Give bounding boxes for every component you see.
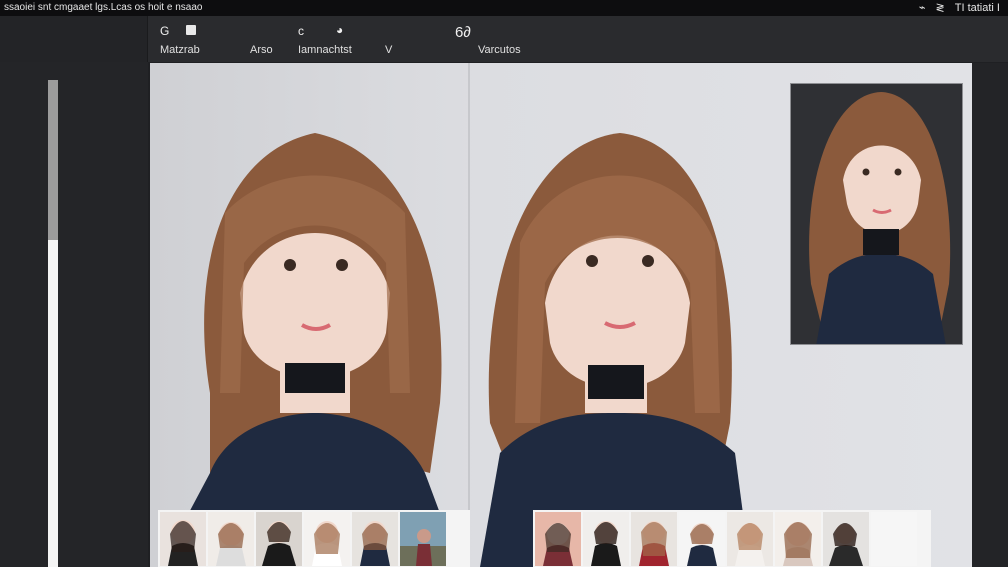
slider-handle[interactable] xyxy=(48,80,58,240)
title-bar: ssaoiei snt cmgaaet lgs.Lcas os hoit e n… xyxy=(0,0,1008,16)
toolbar-item-5[interactable]: Varcutos xyxy=(478,44,521,56)
signal-icon[interactable]: ≷ xyxy=(936,1,945,14)
portrait-center-image xyxy=(480,133,750,567)
right-panel xyxy=(972,63,1008,567)
half-circle-icon[interactable]: ◕ xyxy=(336,23,343,37)
portrait-left-image xyxy=(160,133,460,567)
thumbnail[interactable] xyxy=(775,512,821,566)
toolbar-item-4[interactable]: V xyxy=(385,44,392,56)
thumbnail[interactable] xyxy=(352,512,398,566)
toolbar-item-3[interactable]: Iamnachtst xyxy=(298,44,352,56)
circle-c-icon[interactable]: G xyxy=(160,24,169,38)
thumbnail[interactable] xyxy=(535,512,581,566)
thumbnail[interactable] xyxy=(823,512,869,566)
thumbnail[interactable] xyxy=(631,512,677,566)
inset-portrait[interactable] xyxy=(790,83,963,345)
toolbar-left-block xyxy=(0,16,148,62)
wave-icon[interactable]: ⌁ xyxy=(919,1,926,14)
toolbar: G Matzrab Arso c Iamnachtst ◕ V 6∂ Varcu… xyxy=(0,16,1008,62)
c-icon[interactable]: c xyxy=(298,24,304,38)
image-canvas[interactable] xyxy=(150,63,972,567)
glyph-65-icon[interactable]: 6∂ xyxy=(455,24,471,41)
thumbnail[interactable] xyxy=(400,512,446,566)
thumbnail-strip-left xyxy=(158,510,470,567)
thumbnail[interactable] xyxy=(256,512,302,566)
toolbar-item-1[interactable]: Matzrab xyxy=(160,44,200,56)
thumbnail[interactable] xyxy=(727,512,773,566)
square-icon[interactable] xyxy=(186,24,196,38)
thumbnail[interactable] xyxy=(160,512,206,566)
thumbnail[interactable] xyxy=(679,512,725,566)
thumbnail-strip-right xyxy=(533,510,931,567)
toolbar-item-2[interactable]: Arso xyxy=(250,44,273,56)
portrait-center[interactable] xyxy=(470,93,760,567)
portrait-left[interactable] xyxy=(150,93,468,567)
inset-portrait-image xyxy=(791,84,962,344)
system-status-text: TI tatiati I xyxy=(954,1,1000,14)
thumbnail[interactable] xyxy=(304,512,350,566)
thumbnail[interactable] xyxy=(871,512,917,566)
window-title: ssaoiei snt cmgaaet lgs.Lcas os hoit e n… xyxy=(4,2,203,13)
thumbnail[interactable] xyxy=(583,512,629,566)
system-tray: ⌁ ≷ TI tatiati I xyxy=(919,1,1000,15)
thumbnail[interactable] xyxy=(208,512,254,566)
left-panel xyxy=(0,62,148,567)
